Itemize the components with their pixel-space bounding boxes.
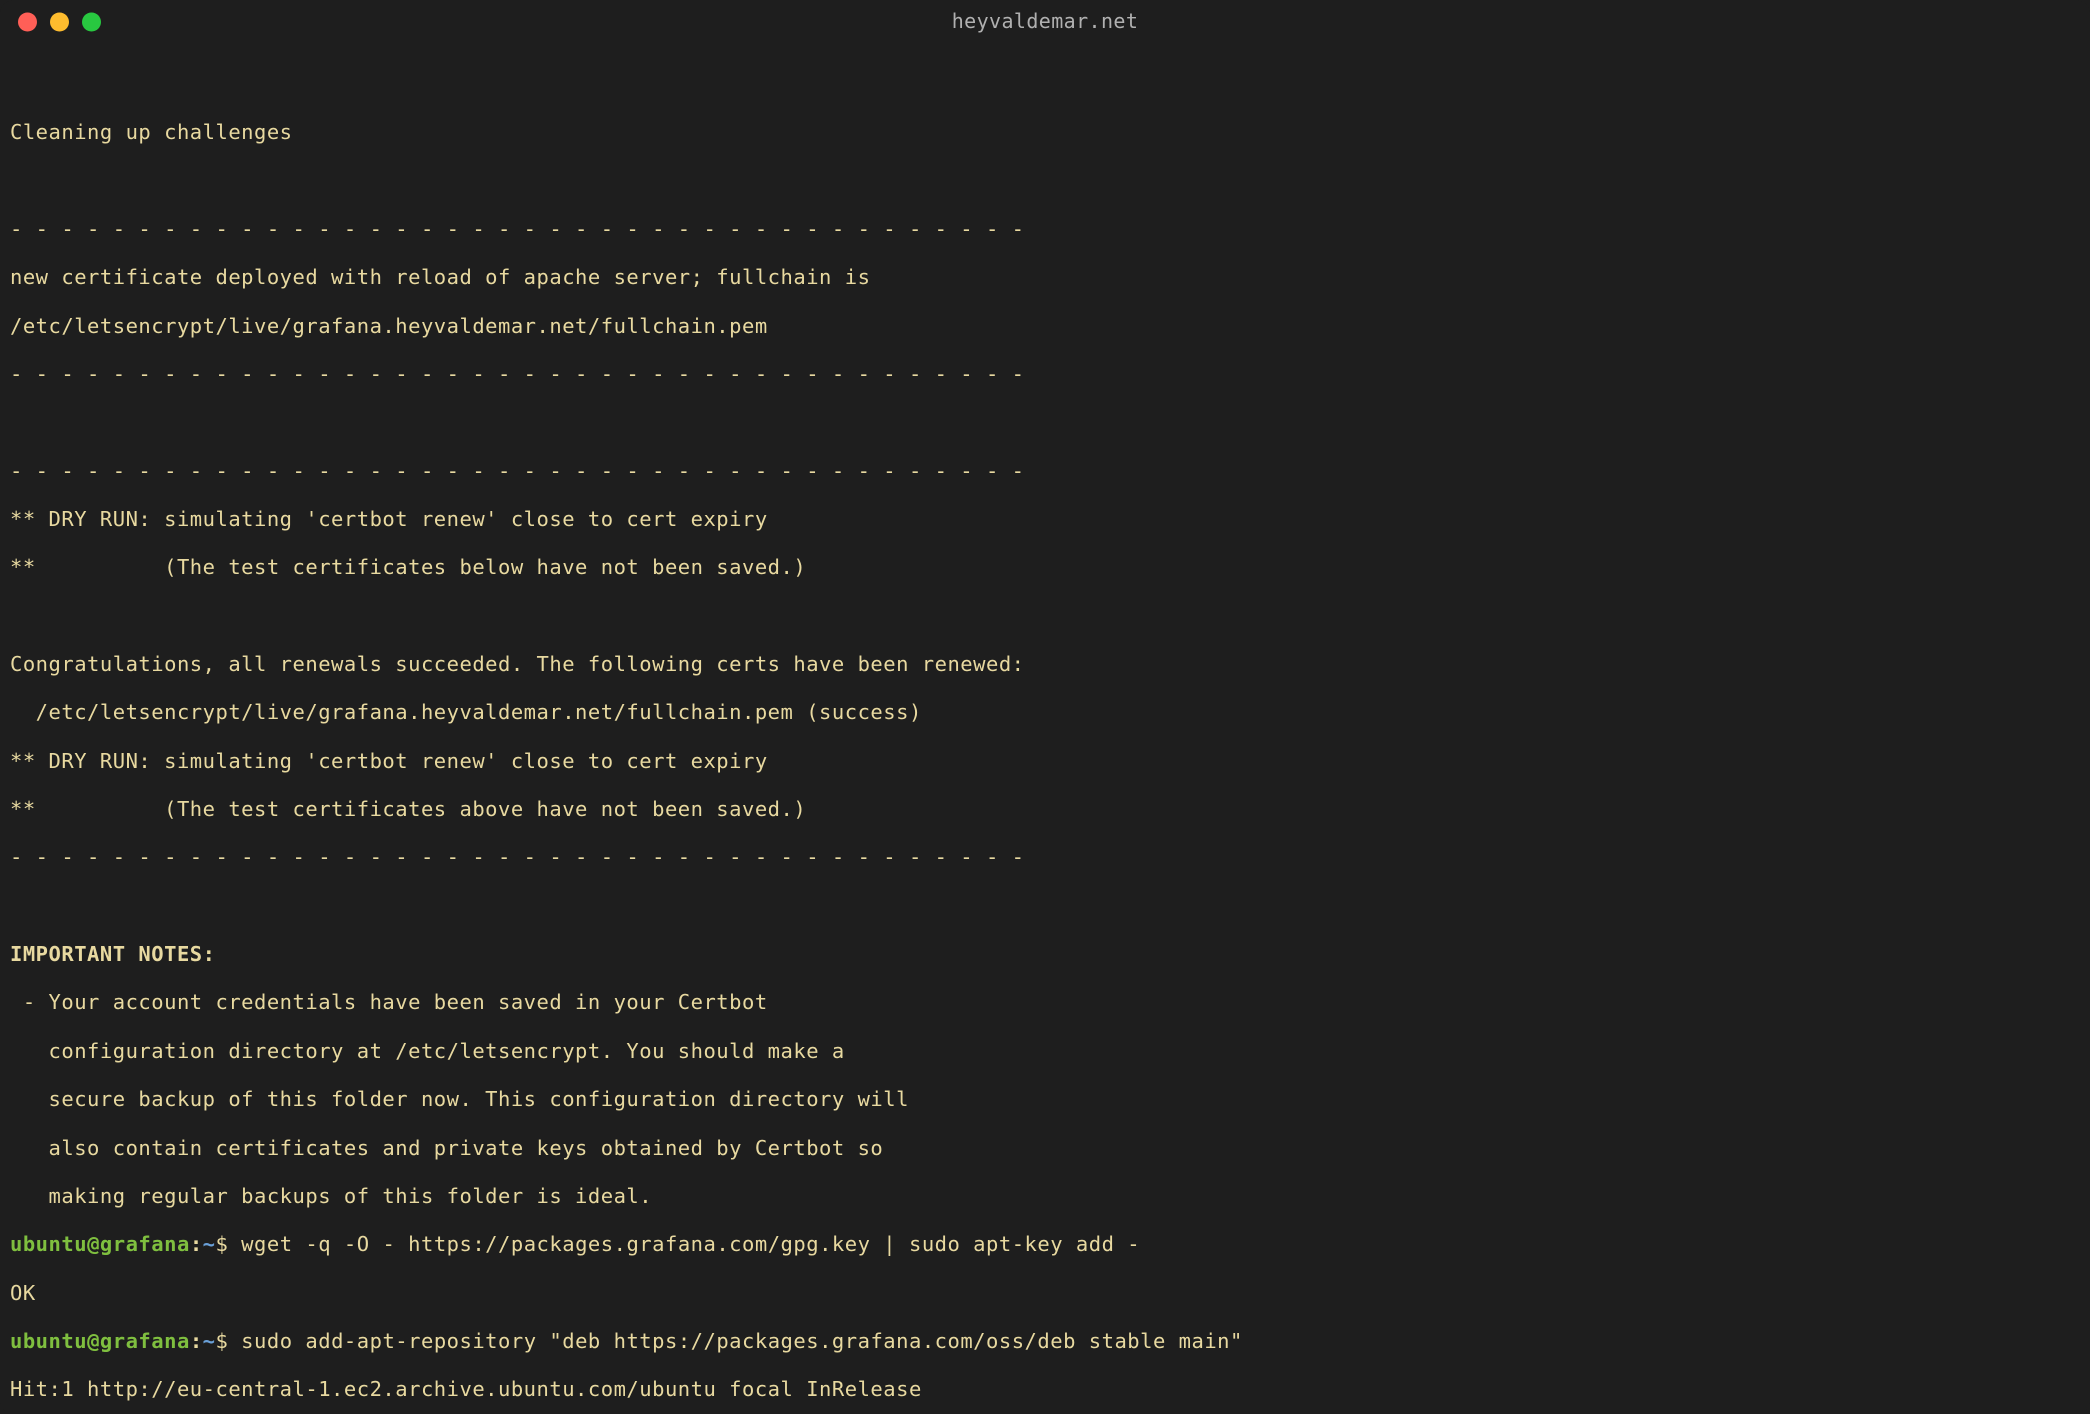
output-line: - - - - - - - - - - - - - - - - - - - - … xyxy=(10,459,2080,483)
output-line: making regular backups of this folder is… xyxy=(10,1184,2080,1208)
output-line: ** (The test certificates below have not… xyxy=(10,555,2080,579)
output-line: /etc/letsencrypt/live/grafana.heyvaldema… xyxy=(10,700,2080,724)
output-line: configuration directory at /etc/letsencr… xyxy=(10,1039,2080,1063)
close-button[interactable] xyxy=(18,13,37,32)
prompt-host: grafana xyxy=(100,1232,190,1256)
prompt-dollar: $ xyxy=(216,1232,229,1256)
prompt-at: @ xyxy=(87,1329,100,1353)
output-line: Congratulations, all renewals succeeded.… xyxy=(10,652,2080,676)
window-title: heyvaldemar.net xyxy=(952,10,1139,34)
output-line xyxy=(10,72,2080,96)
output-line: new certificate deployed with reload of … xyxy=(10,265,2080,289)
prompt-user: ubuntu xyxy=(10,1329,87,1353)
output-line: secure backup of this folder now. This c… xyxy=(10,1087,2080,1111)
output-line: - - - - - - - - - - - - - - - - - - - - … xyxy=(10,845,2080,869)
output-line: Cleaning up challenges xyxy=(10,120,2080,144)
command-text: wget -q -O - https://packages.grafana.co… xyxy=(228,1232,1140,1256)
terminal-window: heyvaldemar.net Cleaning up challenges -… xyxy=(0,0,2090,1414)
output-line xyxy=(10,894,2080,918)
prompt-line: ubuntu@grafana:~$ wget -q -O - https://p… xyxy=(10,1232,2080,1256)
prompt-line: ubuntu@grafana:~$ sudo add-apt-repositor… xyxy=(10,1329,2080,1353)
titlebar: heyvaldemar.net xyxy=(0,0,2090,44)
output-line: ** DRY RUN: simulating 'certbot renew' c… xyxy=(10,507,2080,531)
output-line xyxy=(10,604,2080,628)
output-line xyxy=(10,410,2080,434)
prompt-dollar: $ xyxy=(216,1329,229,1353)
output-line: - - - - - - - - - - - - - - - - - - - - … xyxy=(10,217,2080,241)
output-line: ** DRY RUN: simulating 'certbot renew' c… xyxy=(10,749,2080,773)
prompt-at: @ xyxy=(87,1232,100,1256)
important-notes-heading: IMPORTANT NOTES: xyxy=(10,942,2080,966)
prompt-host: grafana xyxy=(100,1329,190,1353)
terminal-body[interactable]: Cleaning up challenges - - - - - - - - -… xyxy=(0,44,2090,1414)
output-line: also contain certificates and private ke… xyxy=(10,1136,2080,1160)
prompt-colon: : xyxy=(190,1329,203,1353)
prompt-path: ~ xyxy=(203,1329,216,1353)
output-line: - - - - - - - - - - - - - - - - - - - - … xyxy=(10,362,2080,386)
output-line xyxy=(10,169,2080,193)
output-line: /etc/letsencrypt/live/grafana.heyvaldema… xyxy=(10,314,2080,338)
minimize-button[interactable] xyxy=(50,13,69,32)
output-line: OK xyxy=(10,1281,2080,1305)
output-line: Hit:1 http://eu-central-1.ec2.archive.ub… xyxy=(10,1377,2080,1401)
prompt-colon: : xyxy=(190,1232,203,1256)
command-text: sudo add-apt-repository "deb https://pac… xyxy=(228,1329,1243,1353)
traffic-lights xyxy=(18,13,101,32)
output-line: ** (The test certificates above have not… xyxy=(10,797,2080,821)
prompt-user: ubuntu xyxy=(10,1232,87,1256)
output-line: - Your account credentials have been sav… xyxy=(10,990,2080,1014)
prompt-path: ~ xyxy=(203,1232,216,1256)
zoom-button[interactable] xyxy=(82,13,101,32)
